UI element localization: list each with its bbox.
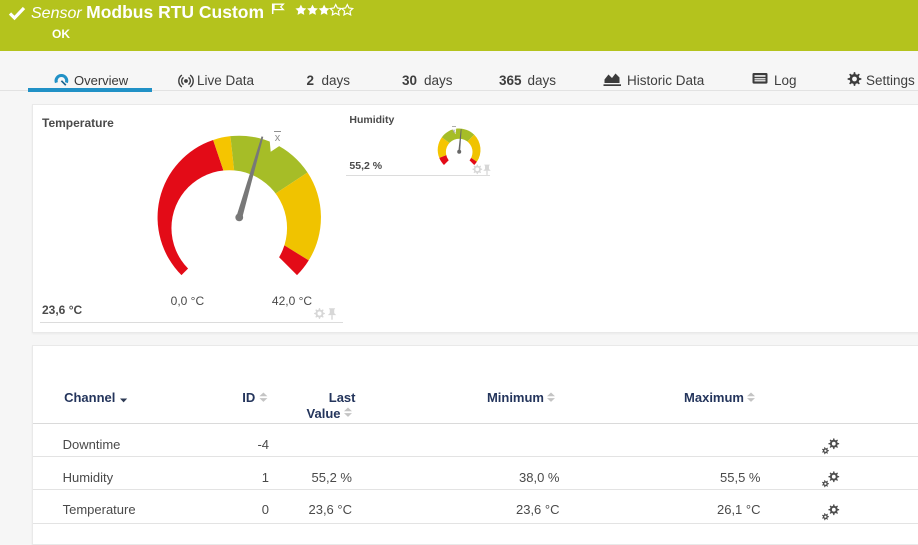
svg-text:x: x [275, 132, 281, 144]
